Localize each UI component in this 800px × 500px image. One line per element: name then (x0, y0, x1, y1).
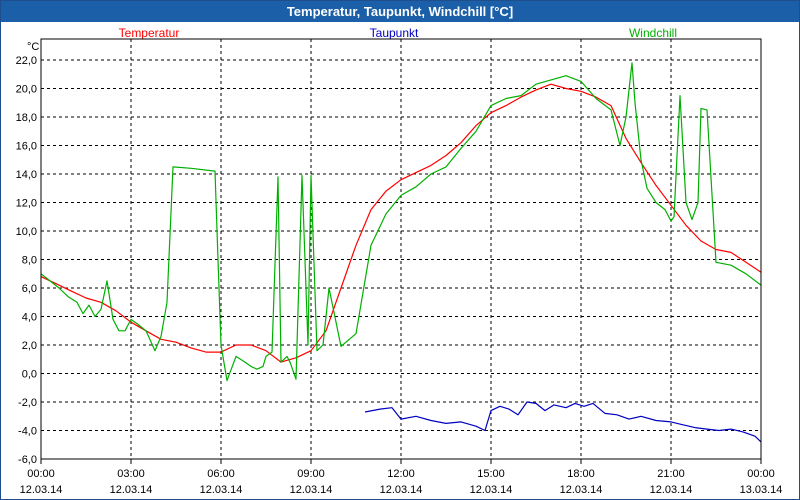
x-tick-time: 00:00 (27, 468, 55, 480)
y-tick-label: 10,0 (16, 226, 37, 238)
x-tick-labels: 00:00 12.03.14 03:00 12.03.14 06:00 12.03.14 0… (20, 468, 783, 496)
grid-layer (40, 39, 762, 464)
legend-windchill: Windchill (629, 26, 677, 40)
x-tick-time: 00:00 (747, 468, 775, 480)
y-tick-label: 6,0 (22, 283, 37, 295)
x-tick-date: 12.03.14 (110, 484, 153, 496)
series-line-taupunkt (364, 401, 762, 443)
x-tick-time: 21:00 (657, 468, 685, 480)
y-tick-label: 12,0 (16, 198, 37, 210)
y-tick-label: 4,0 (22, 312, 37, 324)
y-tick-label: 14,0 (16, 169, 37, 181)
chart-canvas: -6,0 -4,0 -2,0 0,0 2,0 4,0 6,0 8,0 10,0 12,0 14,0 1… (16, 26, 783, 496)
y-tick-label: 20,0 (16, 84, 37, 96)
y-tick-label: 2,0 (22, 340, 37, 352)
y-tick-labels: -6,0 -4,0 -2,0 0,0 2,0 4,0 6,0 8,0 10,0 12,0 14,0 1… (16, 55, 37, 466)
legend: Temperatur Taupunkt Windchill (119, 26, 677, 40)
y-axis-label: °C (27, 41, 39, 53)
y-tick-label: 18,0 (16, 112, 37, 124)
chart-title: Temperatur, Taupunkt, Windchill [°C] (1, 1, 799, 22)
x-tick-time: 03:00 (117, 468, 145, 480)
legend-temperatur: Temperatur (119, 26, 180, 40)
legend-taupunkt: Taupunkt (370, 26, 419, 40)
y-tick-label: 22,0 (16, 55, 37, 67)
y-tick-label: -2,0 (18, 397, 37, 409)
chart-window: Temperatur, Taupunkt, Windchill [°C] -6,… (0, 0, 800, 500)
x-tick-time: 18:00 (567, 468, 595, 480)
y-tick-label: -6,0 (18, 454, 37, 466)
x-tick-time: 12:00 (387, 468, 415, 480)
y-tick-label: 8,0 (22, 255, 37, 267)
x-tick-date: 12.03.14 (20, 484, 63, 496)
x-tick-date: 13.03.14 (740, 484, 783, 496)
x-tick-time: 06:00 (207, 468, 235, 480)
x-tick-date: 12.03.14 (650, 484, 693, 496)
y-tick-label: -4,0 (18, 426, 37, 438)
x-tick-date: 12.03.14 (200, 484, 243, 496)
y-tick-label: 0,0 (22, 369, 37, 381)
y-tick-label: 16,0 (16, 141, 37, 153)
x-tick-date: 12.03.14 (380, 484, 423, 496)
x-tick-date: 12.03.14 (290, 484, 333, 496)
x-tick-date: 12.03.14 (560, 484, 603, 496)
x-tick-time: 09:00 (297, 468, 325, 480)
x-tick-date: 12.03.14 (470, 484, 513, 496)
x-tick-time: 15:00 (477, 468, 505, 480)
